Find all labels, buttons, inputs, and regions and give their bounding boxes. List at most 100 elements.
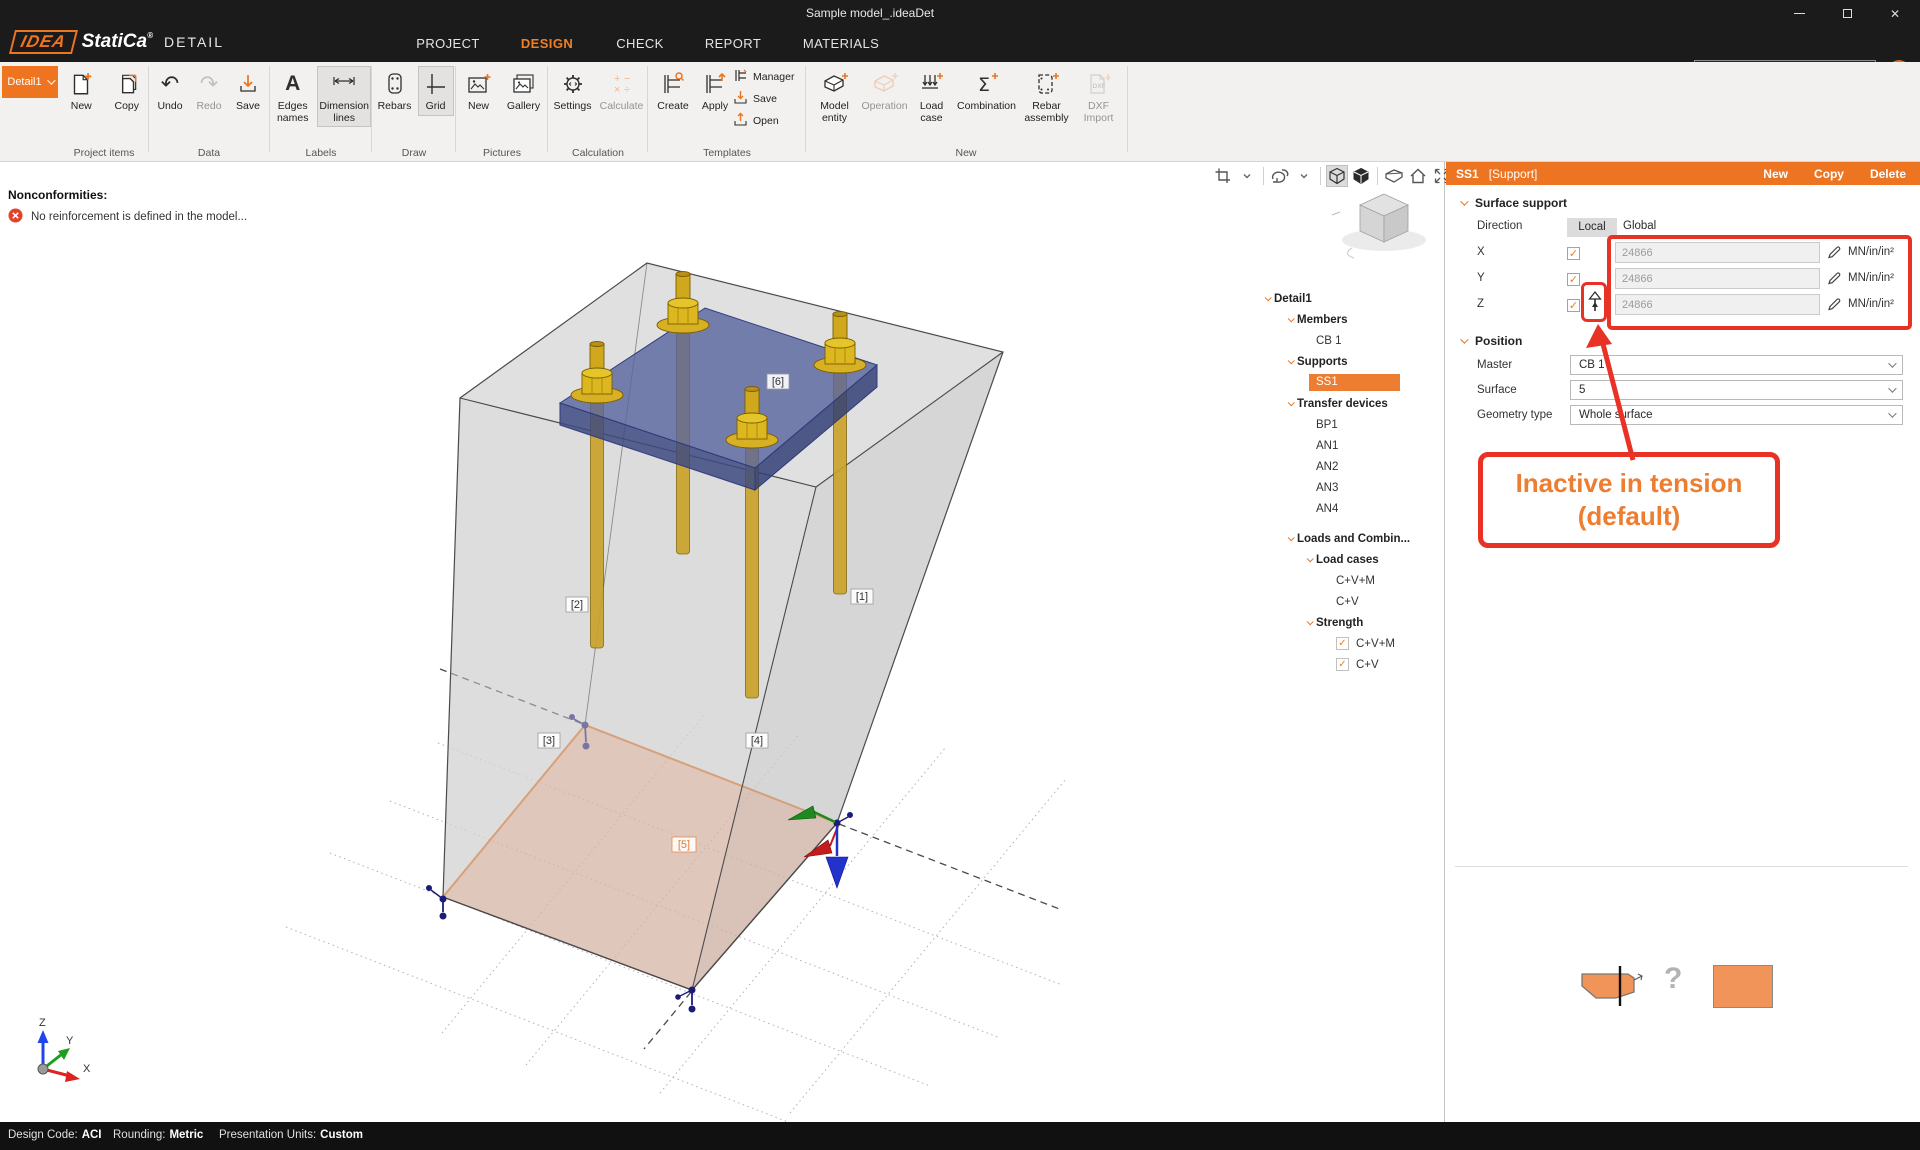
- chevron-down-icon[interactable]: [1302, 555, 1316, 563]
- group-caption: Draw: [401, 147, 427, 159]
- settings-button[interactable]: Settings: [551, 66, 595, 116]
- project-selector[interactable]: Detail1: [2, 66, 58, 98]
- y-checkbox[interactable]: ✓: [1567, 273, 1580, 286]
- template-apply-button[interactable]: Apply: [696, 66, 734, 116]
- tree-item-bp1[interactable]: ✓ BP1: [1256, 414, 1442, 435]
- save-button[interactable]: Save: [230, 66, 266, 116]
- rounding-status[interactable]: Rounding: Metric: [113, 1122, 203, 1150]
- annotation-highlight-small-box: [1581, 282, 1607, 322]
- new-project-item-button[interactable]: New: [60, 66, 103, 116]
- template-list-icon: [733, 68, 748, 86]
- svg-text:[6]: [6]: [772, 376, 784, 388]
- tree-item-an4[interactable]: ✓ AN4: [1256, 498, 1442, 519]
- chevron-down-icon[interactable]: [1283, 357, 1297, 365]
- tree-item-transfer-devices[interactable]: ✓ Transfer devices: [1256, 393, 1442, 414]
- tree-item-an2[interactable]: ✓ AN2: [1256, 456, 1442, 477]
- menu-design[interactable]: DESIGN: [521, 27, 573, 62]
- x-checkbox[interactable]: ✓: [1567, 247, 1580, 260]
- svg-text:[4]: [4]: [751, 735, 763, 747]
- svg-text:DXF: DXF: [1092, 83, 1105, 90]
- z-checkbox[interactable]: ✓: [1567, 299, 1580, 312]
- tree-item-c-v[interactable]: ✓ C+V: [1256, 654, 1442, 675]
- group-caption: Labels: [305, 147, 337, 159]
- template-save-item[interactable]: Save: [733, 90, 794, 108]
- load-case-button[interactable]: Load case: [911, 66, 953, 127]
- x-axis-icon: [65, 1071, 80, 1082]
- menu-project[interactable]: PROJECT: [416, 27, 479, 62]
- box-plus-icon: [821, 69, 849, 99]
- close-button[interactable]: ✕: [1874, 0, 1916, 27]
- template-create-button[interactable]: Create: [653, 66, 693, 116]
- x-label: X: [1477, 246, 1485, 258]
- gallery-button[interactable]: Gallery: [502, 66, 546, 116]
- edges-names-button[interactable]: A Edges names: [271, 66, 314, 127]
- surface-select[interactable]: 5: [1570, 380, 1903, 400]
- chevron-down-icon[interactable]: [1283, 534, 1297, 542]
- grid-button[interactable]: Grid: [417, 66, 454, 116]
- section-position[interactable]: Position: [1460, 334, 1522, 348]
- direction-global-toggle[interactable]: Global: [1623, 220, 1656, 232]
- panel-delete-button[interactable]: Delete: [1870, 167, 1906, 181]
- checkbox-icon[interactable]: ✓: [1336, 658, 1349, 671]
- chevron-down-icon[interactable]: [1283, 315, 1297, 323]
- menu-check[interactable]: CHECK: [616, 27, 664, 62]
- tree-item-ss1[interactable]: ✓ SS1: [1256, 372, 1442, 393]
- copy-icon: [114, 69, 140, 99]
- undo-button[interactable]: ↶ Undo: [152, 66, 188, 116]
- tree-item-c-v-m[interactable]: ✓ C+V+M: [1256, 633, 1442, 654]
- tree-item-cb-1[interactable]: ✓ CB 1: [1256, 330, 1442, 351]
- tree-item-an3[interactable]: ✓ AN3: [1256, 477, 1442, 498]
- tree-item-load-cases[interactable]: ✓ Load cases: [1256, 549, 1442, 570]
- chevron-down-icon[interactable]: [1283, 399, 1297, 407]
- upload-icon: [733, 112, 748, 130]
- combination-button[interactable]: Σ Combination: [956, 66, 1018, 116]
- undo-icon: ↶: [160, 71, 180, 97]
- template-open-item[interactable]: Open: [733, 112, 794, 130]
- tree-item-c-v-m[interactable]: ✓ C+V+M: [1256, 570, 1442, 591]
- load-arrows-icon: [918, 69, 946, 99]
- rebars-button[interactable]: Rebars: [375, 66, 415, 116]
- panel-copy-button[interactable]: Copy: [1814, 167, 1844, 181]
- tree-item-members[interactable]: ✓ Members: [1256, 309, 1442, 330]
- chevron-down-icon[interactable]: [1260, 294, 1274, 302]
- section-surface-support[interactable]: Surface support: [1460, 196, 1567, 210]
- ribbon-group-labels: A Edges names Dimension lines Labels: [271, 64, 371, 160]
- menu-report[interactable]: REPORT: [705, 27, 761, 62]
- viewport-3d[interactable]: Nonconformities: No reinforcement is def…: [0, 162, 1450, 1122]
- y-label: Y: [1477, 272, 1485, 284]
- tree-item-strength[interactable]: ✓ Strength: [1256, 612, 1442, 633]
- tree-item-an1[interactable]: ✓ AN1: [1256, 435, 1442, 456]
- navigation-cube[interactable]: [1331, 193, 1426, 259]
- template-manager-item[interactable]: Manager: [733, 68, 794, 86]
- tree-item-supports[interactable]: ✓ Supports: [1256, 351, 1442, 372]
- new-picture-button[interactable]: New: [459, 66, 499, 116]
- rebar-assembly-button[interactable]: Rebar assembly: [1021, 66, 1073, 127]
- direction-local-toggle[interactable]: Local: [1567, 218, 1617, 237]
- tree-item-loads-and-combin-[interactable]: ✓ Loads and Combin...: [1256, 528, 1442, 549]
- tree-item-c-v[interactable]: ✓ C+V: [1256, 591, 1442, 612]
- group-caption: Templates: [703, 147, 751, 159]
- maximize-button[interactable]: [1826, 0, 1868, 27]
- model-entity-button[interactable]: Model entity: [811, 66, 859, 127]
- calculate-button[interactable]: + − × ÷ Calculate: [598, 66, 646, 116]
- dimension-lines-button[interactable]: Dimension lines: [317, 66, 371, 127]
- dxf-import-button[interactable]: DXF DXF Import: [1076, 66, 1122, 127]
- menu-materials[interactable]: MATERIALS: [803, 27, 879, 62]
- presentation-units-status[interactable]: Presentation Units: Custom: [219, 1122, 363, 1150]
- ribbon-group-draw: Rebars Grid Draw: [373, 64, 455, 160]
- checkbox-icon[interactable]: ✓: [1336, 637, 1349, 650]
- group-caption: Project items: [73, 147, 135, 159]
- minimize-button[interactable]: [1778, 0, 1820, 27]
- tree-item-detail1[interactable]: ✓ Detail1: [1256, 288, 1442, 309]
- master-select[interactable]: CB 1: [1570, 355, 1903, 375]
- chevron-down-icon[interactable]: [1302, 618, 1316, 626]
- svg-text:Z: Z: [39, 1017, 46, 1029]
- redo-button[interactable]: ↷ Redo: [191, 66, 227, 116]
- panel-new-button[interactable]: New: [1763, 167, 1788, 181]
- copy-project-item-button[interactable]: Copy: [106, 66, 149, 116]
- operation-button[interactable]: Operation: [861, 66, 908, 116]
- question-mark: ?: [1664, 962, 1683, 995]
- geometry-type-select[interactable]: Whole surface: [1570, 405, 1903, 425]
- design-code-status[interactable]: Design Code: ACI: [8, 1122, 102, 1150]
- photo-plus-icon: [466, 69, 492, 99]
